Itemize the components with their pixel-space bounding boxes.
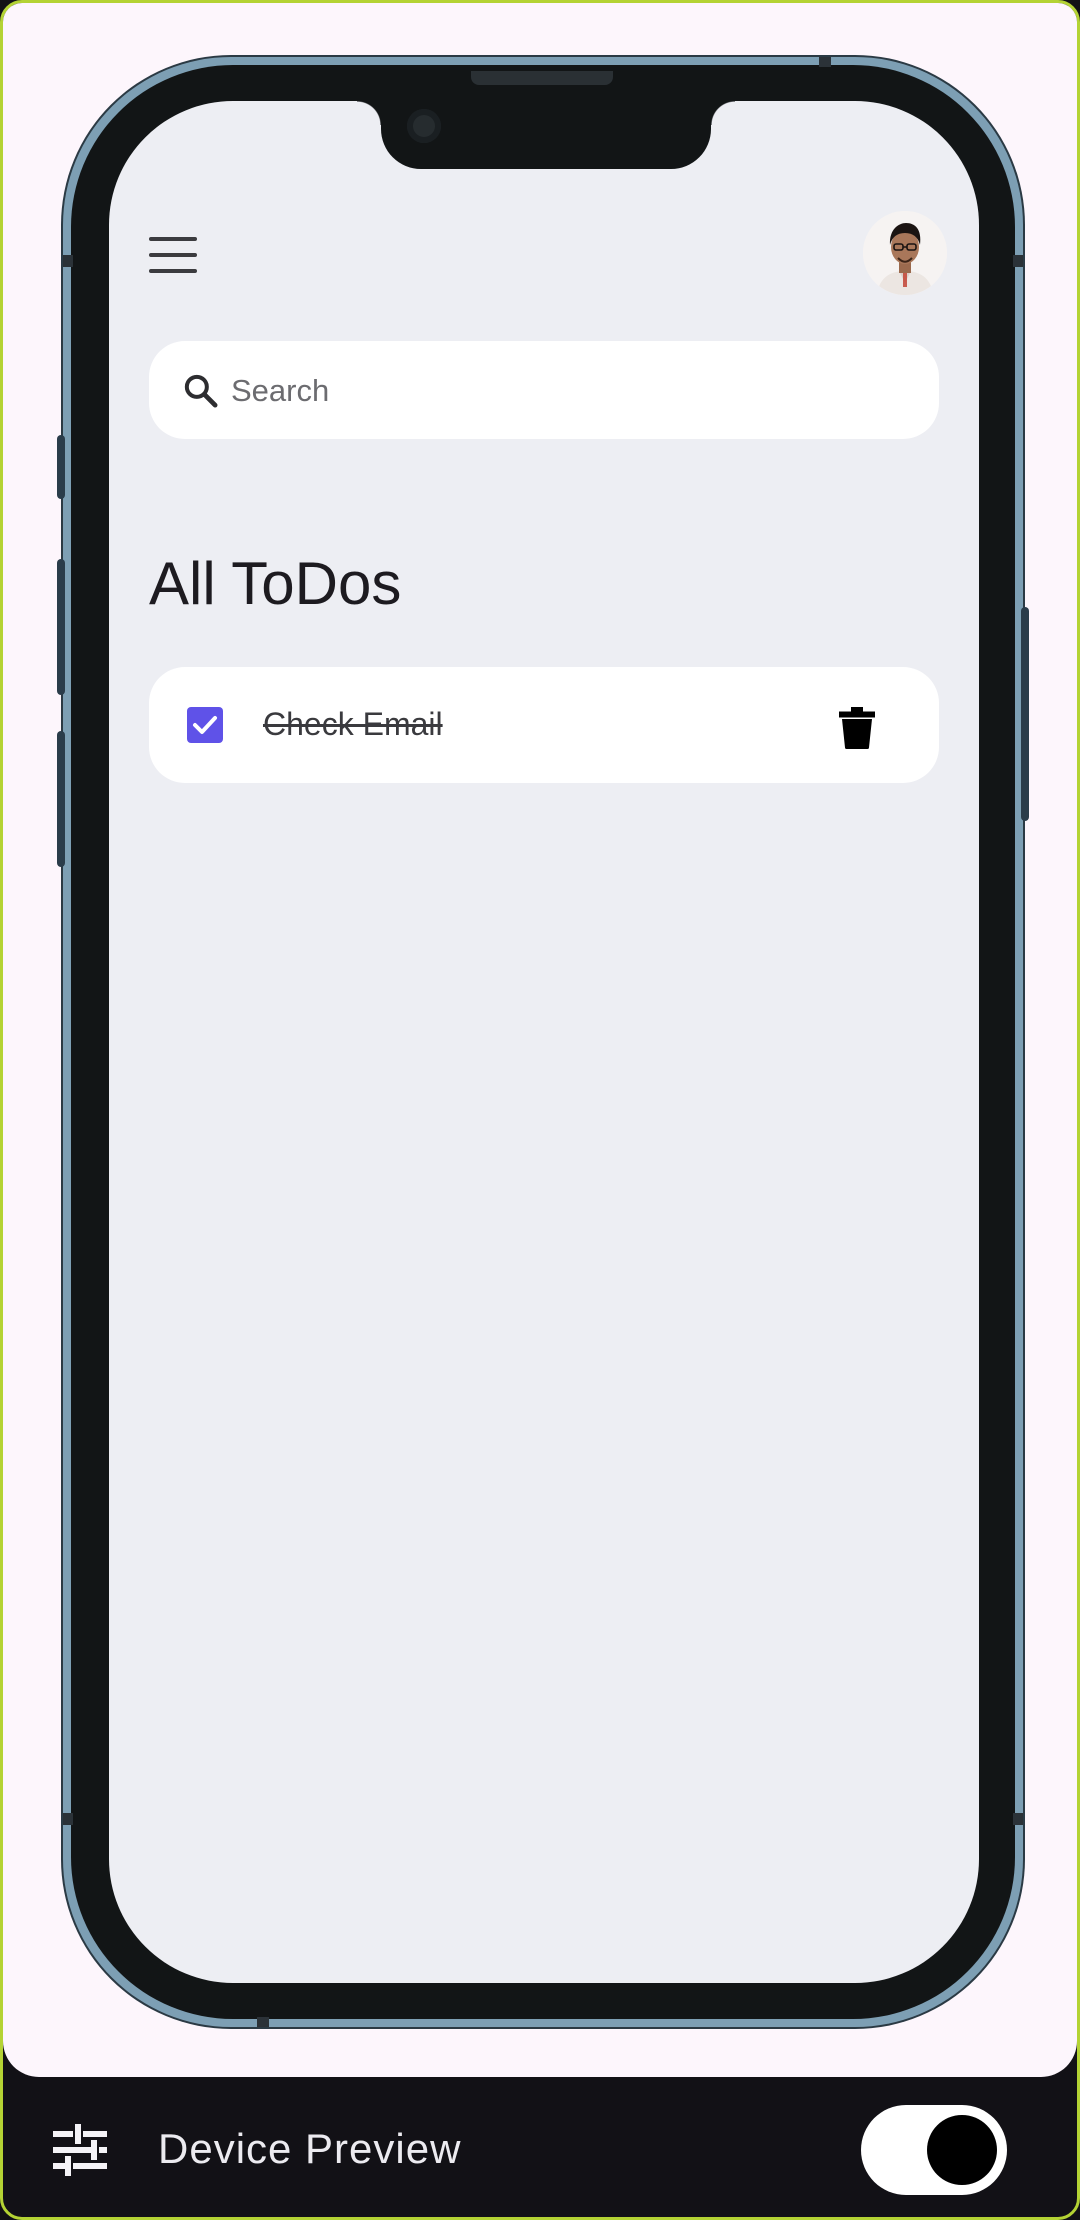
todo-list: Check Email	[149, 667, 939, 803]
antenna-band	[819, 57, 831, 67]
trash-icon[interactable]	[839, 707, 875, 749]
page-title: All ToDos	[149, 550, 402, 617]
device-preview-toggle[interactable]	[861, 2105, 1007, 2195]
volume-up-button	[57, 559, 65, 695]
power-button	[1021, 607, 1029, 821]
front-camera-icon	[407, 109, 441, 143]
antenna-band	[1013, 255, 1023, 267]
device-preview-bar: Device Preview	[3, 2077, 1077, 2217]
checkmark-icon	[193, 716, 217, 734]
antenna-band	[1013, 1813, 1023, 1825]
hamburger-menu-icon[interactable]	[149, 237, 197, 273]
search-icon	[184, 374, 218, 408]
device-preview-window: All ToDos Check Email	[0, 0, 1080, 2220]
todo-item: Check Email	[149, 667, 939, 783]
antenna-band	[63, 1813, 73, 1825]
avatar[interactable]	[863, 211, 947, 295]
user-avatar-photo	[863, 211, 947, 295]
todo-text: Check Email	[263, 706, 443, 742]
earpiece-speaker	[471, 71, 613, 85]
volume-down-button	[57, 731, 65, 867]
todo-checkbox[interactable]	[187, 707, 223, 743]
search-bar[interactable]	[149, 341, 939, 439]
tune-sliders-icon[interactable]	[53, 2123, 107, 2177]
mute-switch	[57, 435, 65, 499]
device-preview-label: Device Preview	[158, 2125, 462, 2172]
toggle-knob	[927, 2115, 997, 2185]
search-input[interactable]	[229, 365, 873, 417]
antenna-band	[63, 255, 73, 267]
antenna-band	[257, 2017, 269, 2027]
